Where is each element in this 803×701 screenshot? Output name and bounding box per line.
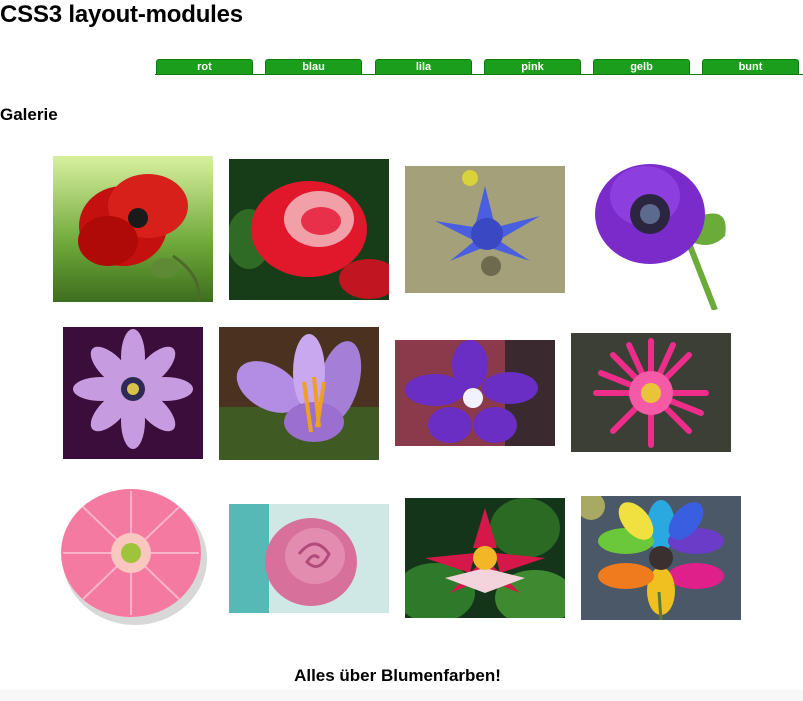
- photo-pink-gerbera[interactable]: [53, 487, 213, 635]
- photo-pink-rose[interactable]: [229, 504, 389, 613]
- page-title: CSS3 layout-modules: [0, 1, 243, 28]
- tab-pink[interactable]: pink: [484, 59, 581, 75]
- photo-lilac-crocus[interactable]: [219, 327, 379, 460]
- tab-blau[interactable]: blau: [265, 59, 362, 75]
- photo-red-rose[interactable]: [229, 159, 389, 300]
- color-tabs: rot blau lila pink gelb bunt: [0, 59, 803, 75]
- footer-band: [0, 690, 803, 701]
- photo-rainbow-flower[interactable]: [581, 496, 741, 620]
- photo-lilac-daisy[interactable]: [63, 327, 203, 459]
- footer-text: Alles über Blumenfarben!: [294, 666, 501, 685]
- tab-rot[interactable]: rot: [156, 59, 253, 75]
- photo-purple-bellflower[interactable]: [395, 340, 555, 446]
- photo-red-poppy[interactable]: [53, 156, 213, 302]
- photo-pink-dahlia[interactable]: [571, 333, 731, 452]
- photo-blue-cornflower[interactable]: [405, 166, 565, 293]
- tab-divider: [155, 74, 803, 75]
- photo-pink-water-lily[interactable]: [405, 498, 565, 618]
- tab-gelb[interactable]: gelb: [593, 59, 690, 75]
- tab-lila[interactable]: lila: [375, 59, 472, 75]
- photo-purple-anemone[interactable]: [590, 156, 733, 310]
- tab-bunt[interactable]: bunt: [702, 59, 799, 75]
- gallery-heading: Galerie: [0, 105, 58, 124]
